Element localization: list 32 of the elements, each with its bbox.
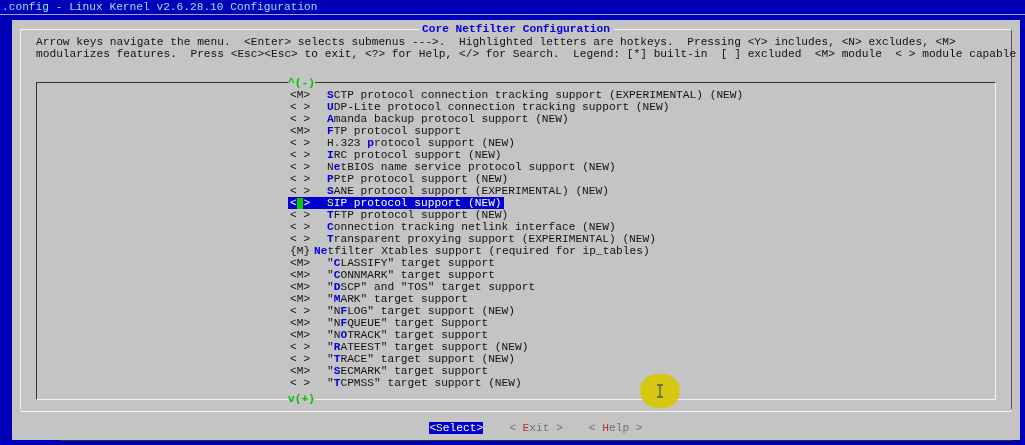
- menu-item[interactable]: < > SIP protocol support (NEW): [288, 197, 504, 209]
- menu-item[interactable]: <M> "NFQUEUE" target Support: [288, 317, 491, 329]
- menu-item[interactable]: < > NetBIOS name service protocol support (NEW): [288, 161, 618, 173]
- menu-item[interactable]: <M> "CLASSIFY" target support: [288, 257, 497, 269]
- menu-item[interactable]: < > Amanda backup protocol support (NEW): [288, 113, 571, 125]
- menu-item[interactable]: < > PPtP protocol support (NEW): [288, 173, 511, 185]
- menu-item[interactable]: <M> "SECMARK" target support: [288, 365, 491, 377]
- menu-item[interactable]: <M> SCTP protocol connection tracking support (EXPERIMENTAL) (NEW): [288, 89, 746, 101]
- help-text: Arrow keys navigate the menu. <Enter> selects submenus --->. Highlighted letters are hotkeys. Pressing <Y> includes, <N> excludes, <M>: [36, 36, 956, 48]
- menu-item[interactable]: {M} Netfilter Xtables support (required for ip_tables): [288, 245, 652, 257]
- menu-item[interactable]: <M> "NOTRACK" target support: [288, 329, 491, 341]
- menu-item[interactable]: < > Transparent proxying support (EXPERIMENTAL) (NEW): [288, 233, 658, 245]
- menu-item[interactable]: < > "TRACE" target support (NEW): [288, 353, 517, 365]
- menu-item[interactable]: < > "RATEEST" target support (NEW): [288, 341, 531, 353]
- menu-item[interactable]: < > IRC protocol support (NEW): [288, 149, 504, 161]
- menu-item[interactable]: < > Connection tracking netlink interface (NEW): [288, 221, 618, 233]
- menu-item[interactable]: <M> FTP protocol support: [288, 125, 464, 137]
- menu-item[interactable]: < > UDP-Lite protocol connection tracking support (NEW): [288, 101, 672, 113]
- scroll-down-indicator: v(+): [288, 393, 315, 405]
- menu-item[interactable]: < > SANE protocol support (EXPERIMENTAL) (NEW): [288, 185, 611, 197]
- menu-item[interactable]: < > H.323 protocol support (NEW): [288, 137, 517, 149]
- menu-item[interactable]: < > TFTP protocol support (NEW): [288, 209, 511, 221]
- menu-item[interactable]: <M> "MARK" target support: [288, 293, 470, 305]
- dialog-title: Core Netfilter Configuration: [419, 23, 613, 35]
- dialog-button[interactable]: <Select>: [429, 422, 484, 434]
- menu-item[interactable]: < > "NFLOG" target support (NEW): [288, 305, 517, 317]
- scroll-up-indicator: ^(-): [288, 77, 315, 89]
- window-title: .config - Linux Kernel v2.6.28.10 Configuration: [2, 1, 318, 13]
- menu-item[interactable]: < > "TCPMSS" target support (NEW): [288, 377, 524, 389]
- menu-item[interactable]: <M> "CONNMARK" target support: [288, 269, 497, 281]
- text-cursor-icon: [640, 374, 680, 408]
- menu-item[interactable]: <M> "DSCP" and "TOS" target support: [288, 281, 538, 293]
